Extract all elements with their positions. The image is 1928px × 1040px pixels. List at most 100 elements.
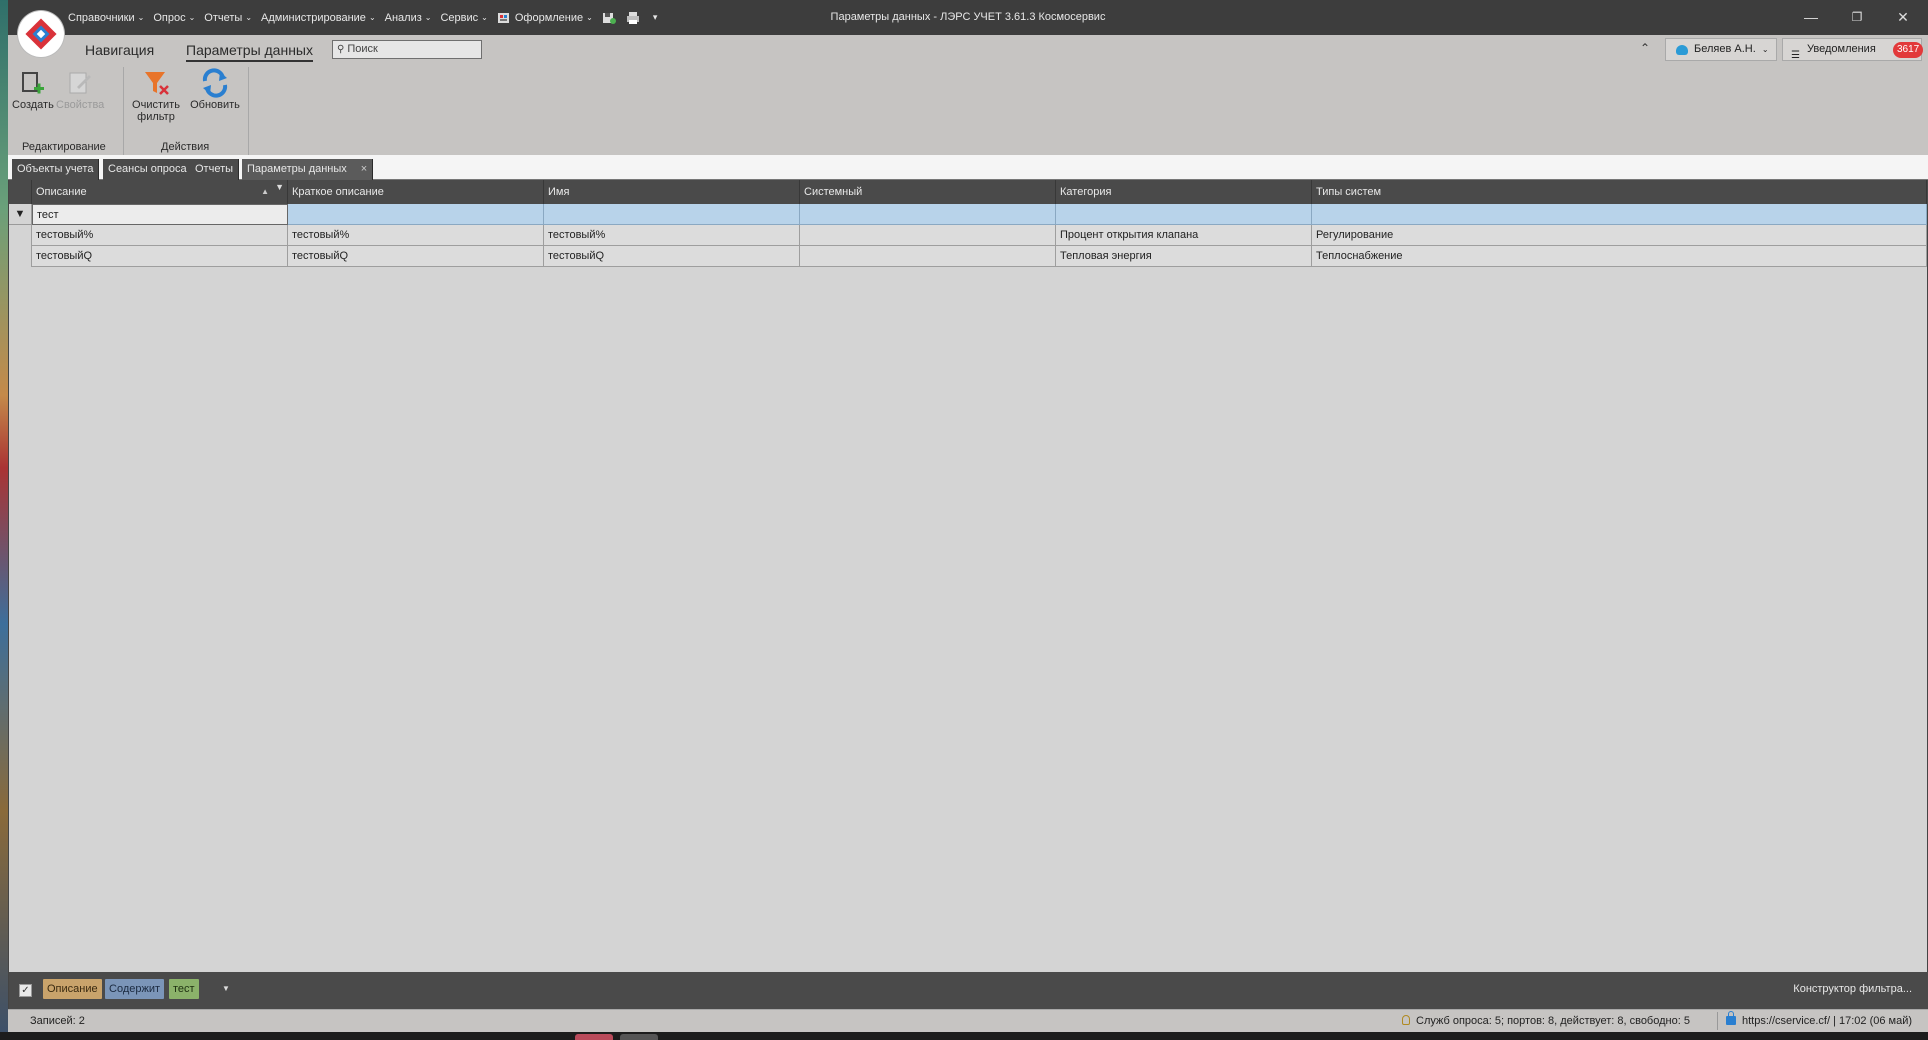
- filter-icon: ▼: [9, 204, 32, 225]
- column-header-short-description[interactable]: Краткое описание: [288, 180, 544, 204]
- print-icon[interactable]: [626, 11, 640, 25]
- search-input[interactable]: ⚲ Поиск: [332, 40, 482, 59]
- filter-cell-system-types[interactable]: [1312, 204, 1927, 225]
- taskbar-item[interactable]: [575, 1034, 613, 1040]
- menu-polling[interactable]: Опрос ⌄: [153, 12, 195, 24]
- column-header-name[interactable]: Имя: [544, 180, 800, 204]
- cell-system[interactable]: [800, 246, 1056, 267]
- refresh-icon: [202, 68, 228, 98]
- doc-tab-accounting-objects[interactable]: Объекты учета: [12, 159, 100, 180]
- ribbon-separator: [248, 67, 249, 155]
- column-filter-icon[interactable]: ▼: [275, 175, 284, 199]
- taskbar-item[interactable]: [620, 1034, 658, 1040]
- row-indicator[interactable]: [9, 246, 32, 267]
- menu-analysis[interactable]: Анализ ⌄: [385, 12, 432, 24]
- cell-category[interactable]: Процент открытия клапана: [1056, 225, 1312, 246]
- menu-administration[interactable]: Администрирование ⌄: [261, 12, 376, 24]
- cell-description[interactable]: тестовыйQ: [32, 246, 288, 267]
- cell-system[interactable]: [800, 225, 1056, 246]
- server-text: https://cservice.cf/ | 17:02 (06 май): [1742, 1015, 1913, 1027]
- column-header-system[interactable]: Системный: [800, 180, 1056, 204]
- doc-tab-data-parameters[interactable]: Параметры данных ×: [242, 159, 374, 180]
- clear-filter-icon: [145, 72, 169, 95]
- row-indicator[interactable]: [9, 225, 32, 246]
- tab-navigation[interactable]: Навигация: [85, 42, 154, 58]
- filter-enabled-checkbox[interactable]: ✓: [19, 984, 32, 997]
- ribbon-separator: [123, 67, 124, 155]
- services-text: Служб опроса: 5; портов: 8, действует: 8…: [1416, 1015, 1690, 1027]
- menu-references[interactable]: Справочники ⌄: [68, 12, 144, 24]
- polling-services-status[interactable]: Служб опроса: 5; портов: 8, действует: 8…: [1402, 1015, 1690, 1027]
- table-row[interactable]: тестовый% тестовый% тестовый% Процент от…: [9, 225, 1928, 246]
- user-menu-button[interactable]: Беляев А.Н. ⌄: [1665, 38, 1777, 61]
- list-icon: ☰: [1791, 50, 1800, 61]
- filter-value-chip[interactable]: тест: [169, 979, 199, 999]
- table-row[interactable]: тестовыйQ тестовыйQ тестовыйQ Тепловая э…: [9, 246, 1928, 267]
- chevron-down-icon: ⌄: [586, 13, 593, 22]
- doc-tab-reports[interactable]: Отчеты: [190, 159, 240, 180]
- cell-description[interactable]: тестовый%: [32, 225, 288, 246]
- chevron-down-icon: ⌄: [481, 13, 488, 22]
- close-button[interactable]: ✕: [1880, 0, 1926, 35]
- close-tab-icon[interactable]: ×: [361, 163, 367, 175]
- filter-cell-description[interactable]: тест: [32, 204, 288, 225]
- column-label: Описание: [36, 186, 87, 198]
- properties-icon: [69, 72, 91, 94]
- collapse-ribbon-icon[interactable]: ⌃: [1640, 41, 1650, 55]
- search-icon: ⚲: [337, 44, 345, 55]
- create-label: Создать: [12, 99, 54, 111]
- ribbon: Навигация Параметры данных ⚲ Поиск ⌃ Бел…: [8, 35, 1928, 155]
- chevron-down-icon: ⌄: [424, 13, 432, 22]
- cell-system-types[interactable]: Регулирование: [1312, 225, 1927, 246]
- chevron-down-icon: ⌄: [245, 13, 253, 22]
- properties-button[interactable]: Свойства: [56, 67, 105, 111]
- cell-system-types[interactable]: Теплоснабжение: [1312, 246, 1927, 267]
- chevron-down-icon: ⌄: [368, 13, 376, 22]
- cell-name[interactable]: тестовый%: [544, 225, 800, 246]
- cell-name[interactable]: тестовыйQ: [544, 246, 800, 267]
- cell-short-description[interactable]: тестовый%: [288, 225, 544, 246]
- app-logo[interactable]: [18, 11, 64, 57]
- search-placeholder: Поиск: [347, 43, 378, 55]
- cell-short-description[interactable]: тестовыйQ: [288, 246, 544, 267]
- app-window: Справочники ⌄ Опрос ⌄ Отчеты ⌄ Администриро…: [8, 0, 1928, 1032]
- restore-button[interactable]: ❐: [1834, 0, 1880, 35]
- doc-tab-polling-sessions[interactable]: Сеансы опроса: [103, 159, 193, 180]
- save-icon[interactable]: [602, 11, 616, 25]
- status-separator: [1717, 1012, 1718, 1030]
- tab-data-parameters[interactable]: Параметры данных: [186, 42, 313, 62]
- clear-filter-label: Очистить: [132, 99, 180, 111]
- minimize-button[interactable]: —: [1788, 0, 1834, 35]
- clear-filter-label-2: фильтр: [137, 111, 175, 123]
- column-header-system-types[interactable]: Типы систем: [1312, 180, 1927, 204]
- auto-filter-row: ▼ тест: [9, 204, 1928, 225]
- menu-service[interactable]: Сервис ⌄: [440, 12, 487, 24]
- filter-cell-system[interactable]: [800, 204, 1056, 225]
- group-label-edit: Редактирование: [22, 141, 106, 153]
- filter-cell-name[interactable]: [544, 204, 800, 225]
- grid-header: Описание ▲ ▼ Краткое описание Имя Систем…: [9, 180, 1928, 204]
- column-header-category[interactable]: Категория: [1056, 180, 1312, 204]
- chevron-down-icon: ▾: [652, 12, 658, 22]
- menu-reports[interactable]: Отчеты ⌄: [204, 12, 252, 24]
- filter-builder-link[interactable]: Конструктор фильтра...: [1793, 983, 1912, 995]
- filter-operator-chip[interactable]: Содержит: [105, 979, 165, 999]
- filter-dropdown-icon[interactable]: ▼: [222, 984, 230, 993]
- create-button[interactable]: Создать: [12, 67, 54, 111]
- clear-filter-button[interactable]: Очистить фильтр: [129, 67, 183, 123]
- refresh-button[interactable]: Обновить: [188, 67, 242, 111]
- filter-cell-category[interactable]: [1056, 204, 1312, 225]
- menu-appearance[interactable]: Оформление ⌄: [497, 11, 593, 25]
- cell-category[interactable]: Тепловая энергия: [1056, 246, 1312, 267]
- properties-label: Свойства: [56, 99, 105, 111]
- column-header-description[interactable]: Описание ▲ ▼: [32, 180, 288, 204]
- notifications-button[interactable]: ☰ Уведомления 3617: [1782, 38, 1924, 61]
- chevron-down-icon: ⌄: [188, 13, 196, 22]
- records-count: Записей: 2: [30, 1015, 85, 1027]
- filter-field-chip[interactable]: Описание: [43, 979, 102, 999]
- quick-access-dropdown[interactable]: ▾: [650, 12, 658, 23]
- title-bar: Справочники ⌄ Опрос ⌄ Отчеты ⌄ Администриро…: [8, 0, 1928, 35]
- filter-cell-short-description[interactable]: [288, 204, 544, 225]
- server-status[interactable]: https://cservice.cf/ | 17:02 (06 май): [1726, 1011, 1913, 1027]
- filter-panel: ✓ Описание Содержит тест ▼ Конструктор ф…: [8, 972, 1928, 1009]
